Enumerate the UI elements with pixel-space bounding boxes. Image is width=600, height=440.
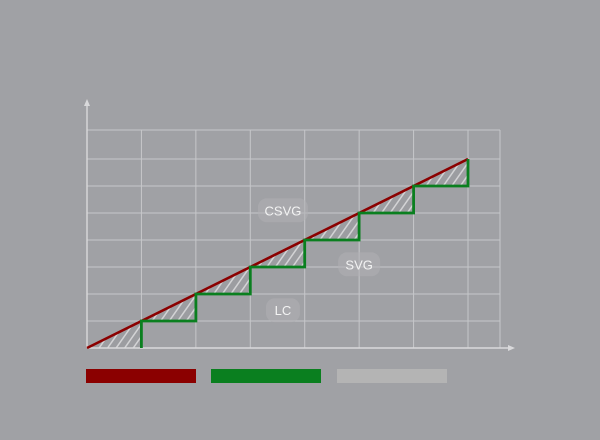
legend-swatch <box>211 369 321 383</box>
annotation-label: LC <box>275 303 292 318</box>
chart-stage: CSVG SVG LC <box>0 0 600 440</box>
legend <box>86 369 447 383</box>
annotation-label: CSVG <box>265 203 302 218</box>
annotation-label: SVG <box>345 257 372 272</box>
legend-swatch <box>86 369 196 383</box>
chart-svg: CSVG SVG LC <box>84 99 515 383</box>
y-axis-arrow <box>84 99 90 106</box>
legend-swatch <box>337 369 447 383</box>
x-axis-arrow <box>508 345 515 351</box>
